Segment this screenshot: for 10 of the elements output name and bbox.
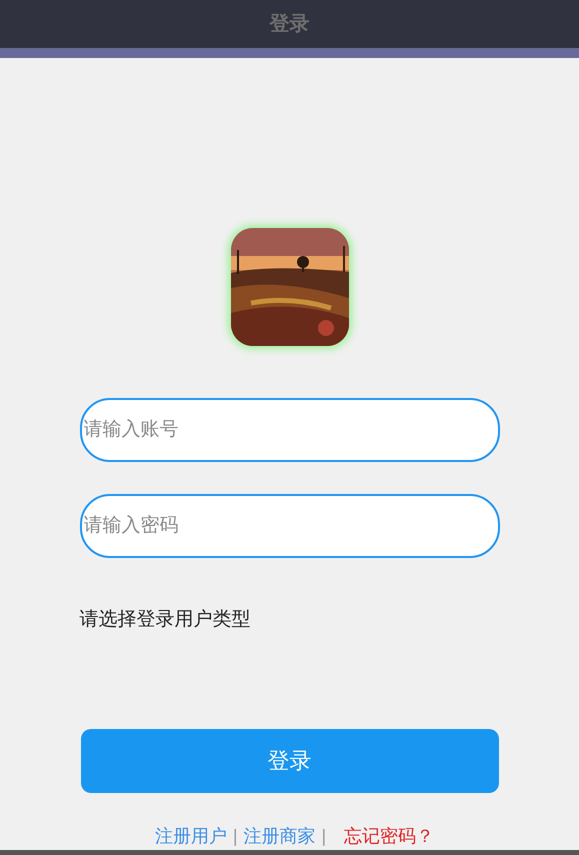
link[interactable]: 注册商家	[244, 822, 316, 850]
link[interactable]: 注册用户	[154, 822, 227, 850]
input-field[interactable]: 请输入密码	[80, 494, 500, 558]
user-type-label: 请选择登录用户类型	[80, 609, 250, 630]
link[interactable]: 忘记密码？	[344, 822, 434, 850]
separator: |	[232, 824, 238, 848]
login-button[interactable]: 登录	[80, 728, 498, 792]
separator: |	[322, 824, 326, 848]
input-field[interactable]: 请输入账号	[80, 398, 500, 462]
header-title: 登录	[270, 12, 310, 37]
